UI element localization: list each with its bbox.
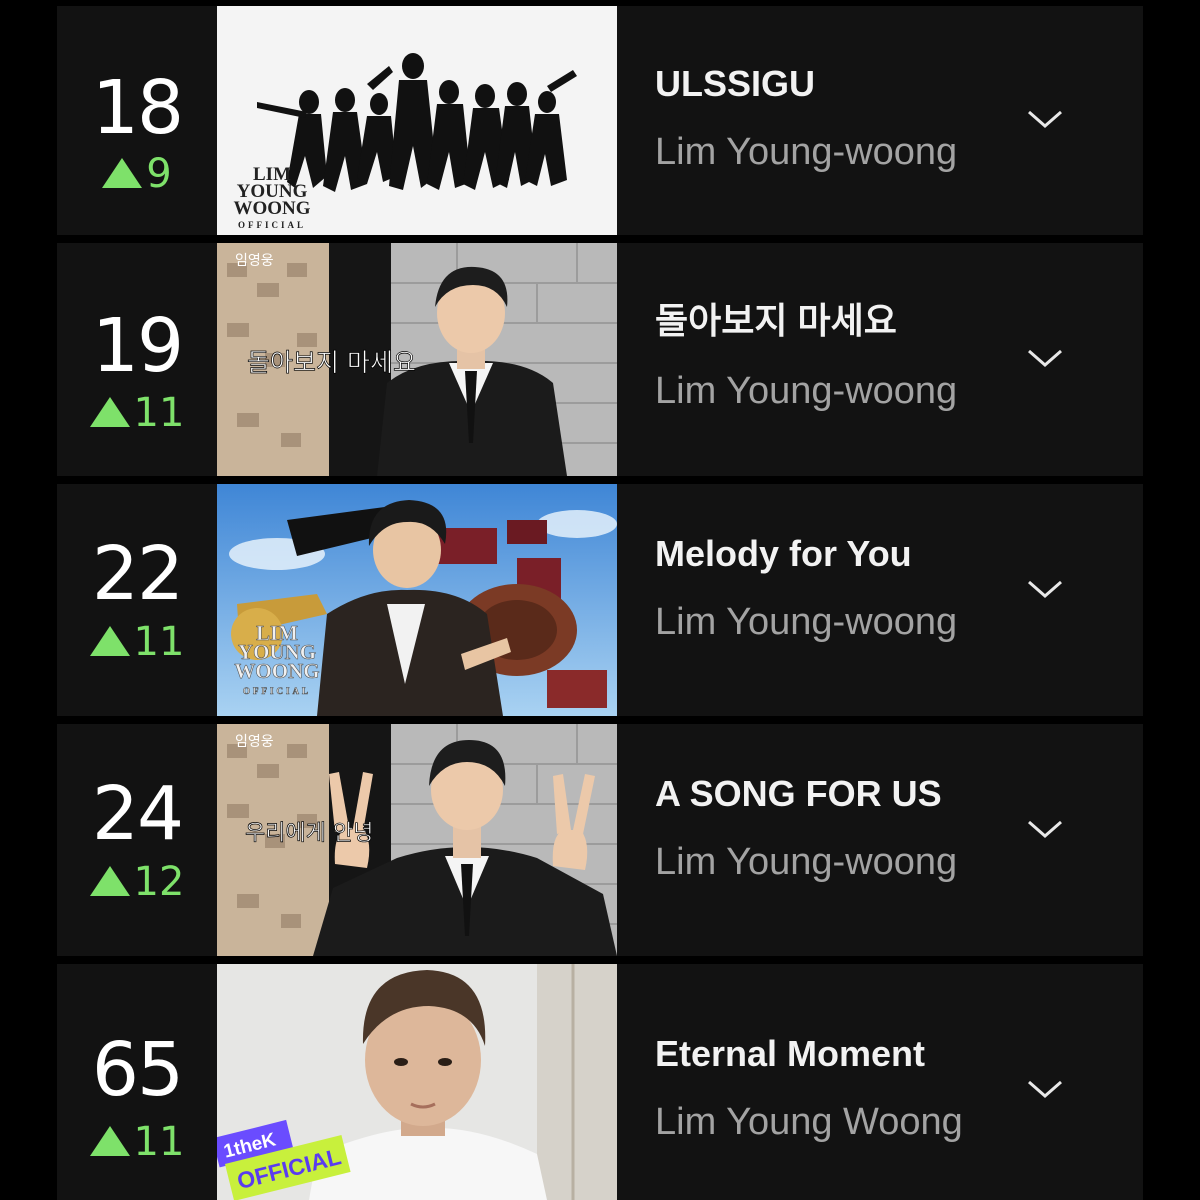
chart-row[interactable]: 65 11 1theK OFFICIAL Eternal Moment Lim … <box>57 964 1143 1200</box>
rank-box: 19 11 <box>57 243 217 476</box>
chart-row[interactable]: 19 11 임영웅 돌아보지 마세요 돌아보지 마세요 Lim Young-wo… <box>57 243 1143 476</box>
video-thumbnail[interactable]: 1theK OFFICIAL <box>217 964 617 1200</box>
dance-group-thumbnail: LIM YOUNG WOONG OFFICIAL <box>217 6 617 235</box>
instruments-thumbnail: LIM YOUNG WOONG OFFICIAL <box>217 484 617 716</box>
thumbnail-corner-text: 임영웅 <box>235 734 274 750</box>
rank-change: 11 <box>57 391 217 435</box>
peace-sign-thumbnail: 임영웅 우리에게 안녕 <box>217 724 617 956</box>
song-title[interactable]: Melody for You <box>655 532 1035 576</box>
rank-change-value: 9 <box>146 151 172 197</box>
thumbnail-logo-line: WOONG <box>234 659 319 683</box>
rank-box: 65 11 <box>57 964 217 1200</box>
chart-row[interactable]: 18 9 LIM YOUNG WOONG OFFICIAL ULSSIGU Li… <box>57 6 1143 235</box>
rank-change: 11 <box>57 1120 217 1164</box>
triangle-up-icon <box>89 1126 130 1156</box>
chevron-down-icon[interactable] <box>1021 335 1069 383</box>
song-title[interactable]: ULSSIGU <box>655 62 1035 106</box>
artist-name[interactable]: Lim Young-woong <box>655 600 1035 644</box>
thumbnail-logo-line: OFFICIAL <box>238 220 306 230</box>
video-thumbnail[interactable]: 임영웅 돌아보지 마세요 <box>217 243 617 476</box>
rank-change-value: 11 <box>133 1119 185 1165</box>
rank-number: 22 <box>91 531 184 617</box>
chevron-down-icon[interactable] <box>1021 566 1069 614</box>
close-up-portrait-thumbnail: 1theK OFFICIAL <box>217 964 617 1200</box>
triangle-up-icon <box>89 866 130 896</box>
artist-name[interactable]: Lim Young-woong <box>655 130 1035 174</box>
video-thumbnail[interactable]: 임영웅 우리에게 안녕 <box>217 724 617 956</box>
artist-name[interactable]: Lim Young-woong <box>655 369 1035 413</box>
thumbnail-caption: 우리에게 안녕 <box>245 821 373 846</box>
rank-change-value: 11 <box>133 390 185 436</box>
thumbnail-corner-text: 임영웅 <box>235 253 274 269</box>
song-title[interactable]: 돌아보지 마세요 <box>655 299 1035 343</box>
studio-portrait-thumbnail: 임영웅 돌아보지 마세요 <box>217 243 617 476</box>
rank-change-value: 12 <box>133 859 185 905</box>
chevron-down-icon[interactable] <box>1021 806 1069 854</box>
rank-number: 18 <box>91 65 184 151</box>
triangle-up-icon <box>89 397 130 427</box>
rank-box: 22 11 <box>57 484 217 716</box>
rank-number: 65 <box>91 1027 184 1113</box>
rank-number: 24 <box>91 771 184 857</box>
chevron-down-icon[interactable] <box>1021 1066 1069 1114</box>
rank-box: 18 9 <box>57 6 217 235</box>
thumbnail-logo-line: WOONG <box>233 198 310 219</box>
rank-box: 24 12 <box>57 724 217 956</box>
rank-change: 12 <box>57 860 217 904</box>
video-thumbnail[interactable]: LIM YOUNG WOONG OFFICIAL <box>217 484 617 716</box>
music-chart-list: 18 9 LIM YOUNG WOONG OFFICIAL ULSSIGU Li… <box>57 0 1143 1200</box>
song-title[interactable]: A SONG FOR US <box>655 772 1035 816</box>
thumbnail-logo-line: OFFICIAL <box>243 686 311 696</box>
chart-row[interactable]: 22 11 LIM YOUNG WOONG OFFICIAL Melody fo… <box>57 484 1143 716</box>
triangle-up-icon <box>89 626 130 656</box>
triangle-up-icon <box>102 158 143 188</box>
song-title[interactable]: Eternal Moment <box>655 1032 1035 1076</box>
chevron-down-icon[interactable] <box>1021 96 1069 144</box>
rank-change: 11 <box>57 620 217 664</box>
video-thumbnail[interactable]: LIM YOUNG WOONG OFFICIAL <box>217 6 617 235</box>
rank-change: 9 <box>57 152 217 196</box>
artist-name[interactable]: Lim Young Woong <box>655 1100 1035 1144</box>
chart-row[interactable]: 24 12 임영웅 우리에게 안녕 A SONG FOR US Lim Youn… <box>57 724 1143 956</box>
rank-change-value: 11 <box>133 619 185 665</box>
thumbnail-caption: 돌아보지 마세요 <box>247 348 416 377</box>
rank-number: 19 <box>91 303 184 389</box>
artist-name[interactable]: Lim Young-woong <box>655 840 1035 884</box>
